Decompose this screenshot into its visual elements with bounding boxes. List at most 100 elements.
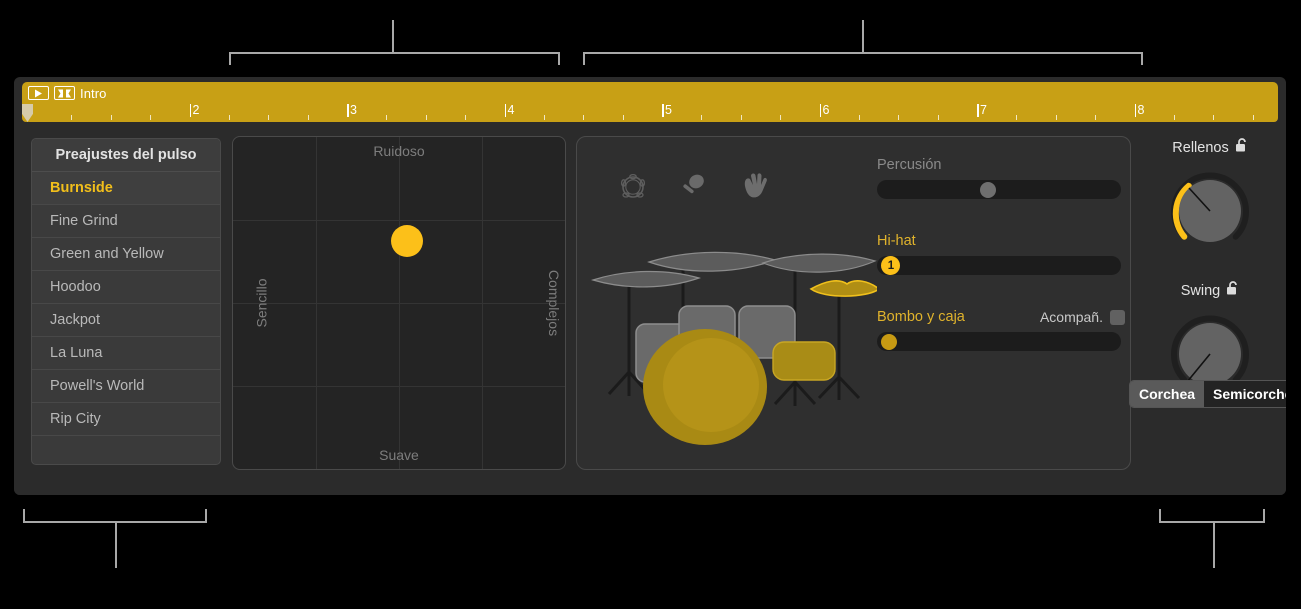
ruler-subtick [1252, 115, 1254, 120]
slider-group: Percusión [877, 157, 1125, 199]
preset-item[interactable]: La Luna [32, 337, 220, 370]
preset-item[interactable]: Jackpot [32, 304, 220, 337]
ruler-subtick [110, 115, 112, 120]
region-name-label: Intro [80, 85, 107, 101]
xy-label-bottom: Suave [379, 447, 419, 463]
rellenos-knob[interactable] [1162, 163, 1258, 259]
region-header: Intro [22, 82, 1278, 104]
ruler-bar-number: 3 [347, 103, 357, 117]
ruler-subtick [1016, 115, 1018, 120]
xy-pad-puck[interactable] [391, 225, 423, 257]
ruler-subtick [1173, 115, 1175, 120]
ruler-bar-number: 8 [1134, 103, 1145, 117]
rellenos-title: Rellenos [1135, 138, 1285, 157]
segment-semicorchea[interactable]: Semicorchea [1204, 381, 1286, 407]
preset-item-label: Fine Grind [50, 213, 118, 229]
slider-label-row: Percusión [877, 157, 1125, 173]
preset-list-filler [32, 436, 220, 464]
slider-track[interactable] [877, 332, 1121, 351]
preset-item-label: Burnside [50, 180, 113, 196]
ruler-subtick [228, 115, 230, 120]
preset-item[interactable]: Powell's World [32, 370, 220, 403]
drum-kit-panel: Percusión Hi-hat 1 Bombo y caja Acompañ. [576, 136, 1131, 470]
ruler-subtick [583, 115, 585, 120]
percussion-icon-row [619, 172, 769, 205]
ruler-ticks: 2 3 4 5 6 7 8 [22, 104, 1278, 122]
slider-track[interactable]: 1 [877, 256, 1121, 275]
ruler-bar-number: 4 [504, 103, 515, 117]
slider-knob[interactable]: 1 [881, 256, 901, 275]
window-bottom-strip [14, 485, 1286, 495]
slider-knob[interactable] [881, 333, 898, 350]
timeline-ruler[interactable]: Intro 2 3 4 5 6 7 8 [22, 82, 1278, 122]
accompaniment-row[interactable]: Acompañ. [1040, 309, 1125, 325]
ruler-subtick [1213, 115, 1215, 120]
drummer-editor-window: Intro 2 3 4 5 6 7 8 Preajustes del pulso Burns… [14, 77, 1286, 495]
preset-item[interactable]: Green and Yellow [32, 238, 220, 271]
preset-item-label: La Luna [50, 345, 103, 361]
ruler-bar-number: 7 [977, 103, 987, 117]
ruler-subtick [71, 115, 73, 120]
slider-group: Hi-hat 1 [877, 233, 1125, 275]
drum-sliders: Percusión Hi-hat 1 Bombo y caja Acompañ. [877, 157, 1125, 385]
callout-top-left [229, 20, 560, 77]
rellenos-label: Rellenos [1172, 139, 1229, 156]
maraca-icon[interactable] [679, 172, 707, 205]
preset-item-label: Jackpot [50, 312, 100, 328]
ruler-subtick [465, 115, 467, 120]
editor-content: Preajustes del pulso Burnside Fine Grind G… [22, 127, 1286, 485]
ruler-subtick [425, 115, 427, 120]
unlocked-padlock-icon[interactable] [1235, 138, 1248, 157]
ruler-subtick [937, 115, 939, 120]
preset-list[interactable]: Preajustes del pulso Burnside Fine Grind G… [31, 138, 221, 465]
preset-item-label: Powell's World [50, 378, 145, 394]
xy-label-top: Ruidoso [373, 143, 425, 159]
segment-corchea[interactable]: Corchea [1130, 381, 1205, 407]
preset-item[interactable]: Rip City [32, 403, 220, 436]
swing-title: Swing [1135, 281, 1285, 300]
slider-label: Percusión [877, 157, 942, 173]
callout-top-right [583, 20, 1143, 77]
slider-knob[interactable] [980, 181, 997, 198]
preset-item[interactable]: Burnside [32, 172, 220, 205]
ruler-subtick [898, 115, 900, 120]
xy-performance-pad[interactable]: Ruidoso Suave Sencillo Complejos [232, 136, 566, 470]
ruler-subtick [1095, 115, 1097, 120]
slider-track[interactable] [877, 180, 1121, 199]
ruler-subtick [740, 115, 742, 120]
play-icon[interactable] [28, 86, 49, 100]
xy-label-left: Sencillo [253, 278, 270, 328]
ruler-subtick [701, 115, 703, 120]
ruler-subtick [150, 115, 152, 120]
tambourine-icon[interactable] [619, 172, 647, 205]
callout-bottom-left [23, 507, 207, 569]
ruler-subtick [307, 115, 309, 120]
ruler-subtick [268, 115, 270, 120]
preset-list-header: Preajustes del pulso [32, 139, 220, 172]
preset-item-label: Rip City [50, 411, 101, 427]
slider-label: Bombo y caja [877, 309, 965, 325]
clap-hand-icon[interactable] [739, 172, 769, 205]
accompaniment-checkbox[interactable] [1110, 309, 1125, 325]
ruler-subtick [858, 115, 860, 120]
preset-item-label: Green and Yellow [50, 246, 164, 262]
preset-item[interactable]: Fine Grind [32, 205, 220, 238]
slider-group: Bombo y caja Acompañ. [877, 309, 1125, 351]
callout-bottom-right [1159, 507, 1265, 569]
fills-swing-column: Rellenos Swing Corchea Semicorch [1129, 127, 1286, 485]
xy-label-right: Complejos [545, 269, 562, 337]
swing-resolution-segmented-control[interactable]: Corchea Semicorchea [1129, 380, 1286, 408]
swing-label: Swing [1180, 282, 1221, 299]
ruler-bar-number: 6 [819, 103, 830, 117]
region-marker-icon[interactable] [54, 86, 75, 100]
drum-kit-illustration[interactable] [587, 222, 877, 462]
ruler-subtick [622, 115, 624, 120]
unlocked-padlock-icon[interactable] [1226, 281, 1239, 300]
preset-item[interactable]: Hoodoo [32, 271, 220, 304]
preset-item-label: Hoodoo [50, 279, 101, 295]
accompaniment-label: Acompañ. [1039, 309, 1103, 325]
ruler-subtick [1055, 115, 1057, 120]
slider-label-row: Bombo y caja Acompañ. [877, 309, 1125, 325]
slider-label-row: Hi-hat [877, 233, 1125, 249]
ruler-bar-number: 2 [189, 103, 200, 117]
